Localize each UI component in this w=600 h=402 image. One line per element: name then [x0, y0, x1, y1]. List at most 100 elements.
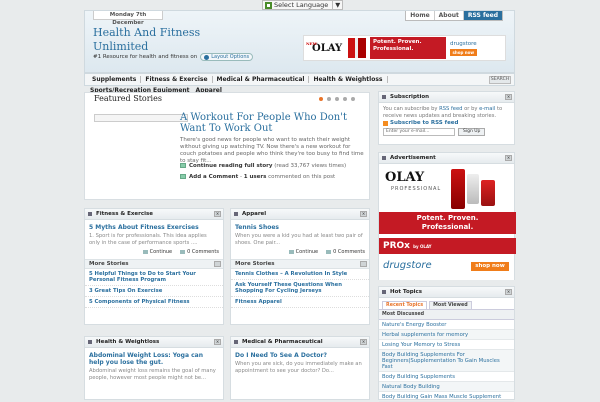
comments-link[interactable]: 0 Comments: [180, 249, 219, 255]
collapse-icon[interactable]: [360, 261, 367, 267]
ad-product-image: [467, 174, 479, 204]
tab-recent-topics[interactable]: Recent Topics: [382, 301, 428, 309]
tagline: #1 Resource for health and fitness on La…: [93, 53, 254, 61]
collapse-icon[interactable]: ×: [505, 155, 512, 161]
continue-link[interactable]: Continue: [142, 249, 172, 255]
list-item[interactable]: 3 Great Tips On Exercise: [85, 286, 223, 297]
nav-medical-pharmaceutical[interactable]: Medical & Pharmaceutical: [213, 76, 310, 83]
list-item[interactable]: Body Building Supplements For Beginners|…: [379, 350, 514, 372]
featured-image[interactable]: [94, 114, 188, 122]
ad-prox-sub: by OLAY: [413, 244, 432, 249]
ad-slogan: Potent. Proven. Professional.: [370, 37, 446, 59]
ad-shop-now-button[interactable]: shop now: [471, 262, 509, 271]
article-title[interactable]: Tennis Shoes: [235, 224, 365, 231]
featured-continue: Continue reading full story (read 33,767…: [180, 163, 346, 169]
list-item[interactable]: Tennis Clothes – A Revolution In Style: [231, 269, 369, 280]
subscription-text-a: You can subscribe by: [383, 106, 438, 112]
tab-most-viewed[interactable]: Most Viewed: [429, 301, 472, 309]
widget-header: Advertisement ×: [379, 153, 514, 164]
tab-most-discussed[interactable]: Most Discussed: [379, 310, 514, 320]
more-stories-label: More Stories: [235, 261, 275, 267]
email-field[interactable]: Enter your e-mail...: [383, 128, 455, 136]
widget-header: Hot Topics ×: [379, 287, 514, 298]
list-item[interactable]: Herbal supplements for memory: [379, 330, 514, 340]
document-icon: [180, 163, 186, 168]
layout-options-label: Layout Options: [211, 54, 250, 60]
collapse-icon[interactable]: ×: [505, 94, 512, 100]
list-item[interactable]: 5 Components of Physical Fitness: [85, 297, 223, 308]
header-ad-banner[interactable]: NEW OLAY Potent. Proven. Professional. dru…: [303, 35, 506, 61]
subscribe-rss-label: Subscribe to RSS feed: [390, 120, 459, 126]
continue-link[interactable]: Continue reading full story: [189, 163, 272, 169]
email-link[interactable]: e-mail: [479, 106, 495, 112]
ad-line-2: Professional.: [421, 223, 474, 231]
nav-supplements[interactable]: Supplements: [88, 76, 142, 83]
ad-product-image: [348, 38, 366, 58]
article-title[interactable]: Do I Need To See A Doctor?: [235, 352, 365, 359]
ad-brand-sub: PROFESSIONAL: [391, 186, 442, 192]
list-item[interactable]: Nature's Energy Booster: [379, 320, 514, 330]
comment-icon: [180, 174, 186, 179]
chevron-down-icon[interactable]: ▼: [335, 1, 340, 9]
more-stories-label: More Stories: [89, 261, 129, 267]
site-header: Monday 7th December Home About RSS feed …: [84, 10, 515, 73]
view-count: (read 33,767 views times): [274, 163, 347, 169]
subscription-widget: Subscription × You can subscribe by RSS f…: [378, 91, 515, 145]
rss-link[interactable]: RSS feed: [439, 106, 462, 112]
about-link[interactable]: About: [433, 11, 463, 20]
collapse-icon[interactable]: ×: [214, 339, 221, 345]
collapse-icon[interactable]: ×: [360, 211, 367, 217]
comments-label: 0 Comments: [187, 249, 219, 255]
add-comment-link[interactable]: Add a Comment: [189, 174, 238, 180]
ad-store: drugstore shop now: [446, 41, 477, 56]
list-item[interactable]: Body Building Gain Mass Muscle Supplemen…: [379, 392, 514, 402]
site-title[interactable]: Health And Fitness Unlimited: [93, 26, 213, 54]
slider-dot[interactable]: [335, 97, 339, 101]
widget-title: Subscription: [390, 94, 430, 100]
sign-up-button[interactable]: Sign Up: [458, 128, 486, 136]
ad-line-2: Professional.: [373, 46, 414, 52]
list-item[interactable]: Natural Body Building: [379, 382, 514, 392]
article-excerpt: When you are sick, do you immediately ma…: [235, 361, 362, 374]
layout-options-button[interactable]: Layout Options: [200, 53, 254, 61]
ad-shop-now[interactable]: shop now: [450, 48, 477, 56]
list-item[interactable]: Body Building Supplements: [379, 372, 514, 382]
gear-icon: [204, 54, 210, 60]
more-stories-header: More Stories: [85, 259, 223, 269]
nav-fitness-exercise[interactable]: Fitness & Exercise: [141, 76, 213, 83]
box-header: Fitness & Exercise ×: [85, 209, 223, 220]
ad-store-name: drugstore: [450, 40, 477, 47]
divider: [332, 0, 334, 10]
collapse-icon[interactable]: ×: [214, 211, 221, 217]
search-button[interactable]: SEARCH: [489, 76, 511, 84]
featured-comments: Add a Comment - 1 users commented on thi…: [180, 174, 335, 180]
list-item[interactable]: Fitness Apparel: [231, 297, 369, 308]
featured-stories: Featured Stories A Workout For People Wh…: [84, 92, 370, 200]
collapse-icon[interactable]: ×: [505, 289, 512, 295]
subscribe-rss-link[interactable]: Subscribe to RSS feed: [379, 119, 514, 127]
list-item[interactable]: Losing Your Memory to Stress: [379, 340, 514, 350]
comments-link[interactable]: 0 Comments: [326, 249, 365, 255]
subscription-text: You can subscribe by RSS feed or by e-ma…: [379, 103, 514, 119]
sidebar-ad[interactable]: OLAY PROFESSIONAL Potent. Proven. Profess…: [379, 164, 516, 280]
slider-dot[interactable]: [319, 97, 323, 101]
article-title[interactable]: Abdominal Weight Loss: Yoga can help you…: [89, 352, 219, 366]
collapse-icon[interactable]: ×: [360, 339, 367, 345]
nav-health-weightloss[interactable]: Health & Weightloss: [309, 76, 388, 83]
slider-dot[interactable]: [327, 97, 331, 101]
box-header: Apparel ×: [231, 209, 369, 220]
slider-dot[interactable]: [343, 97, 347, 101]
home-link[interactable]: Home: [406, 11, 433, 20]
slider-dot[interactable]: [351, 97, 355, 101]
collapse-icon[interactable]: [214, 261, 221, 267]
list-item[interactable]: 5 Helpful Things to Do to Start Your Per…: [85, 269, 223, 286]
list-item[interactable]: Ask Yourself These Questions When Shoppi…: [231, 280, 369, 297]
featured-headline[interactable]: A Workout For People Who Don't Want To W…: [180, 112, 370, 134]
article-title[interactable]: 5 Myths About Fitness Exercises: [89, 224, 219, 231]
top-links: Home About RSS feed: [405, 11, 503, 21]
advertisement-widget: Advertisement × OLAY PROFESSIONAL Potent.…: [378, 152, 516, 280]
continue-link[interactable]: Continue: [288, 249, 318, 255]
language-selector[interactable]: Select Language ▼: [262, 0, 344, 10]
rss-feed-link[interactable]: RSS feed: [462, 11, 502, 20]
category-box-fitness: Fitness & Exercise × 5 Myths About Fitnes…: [84, 208, 224, 325]
